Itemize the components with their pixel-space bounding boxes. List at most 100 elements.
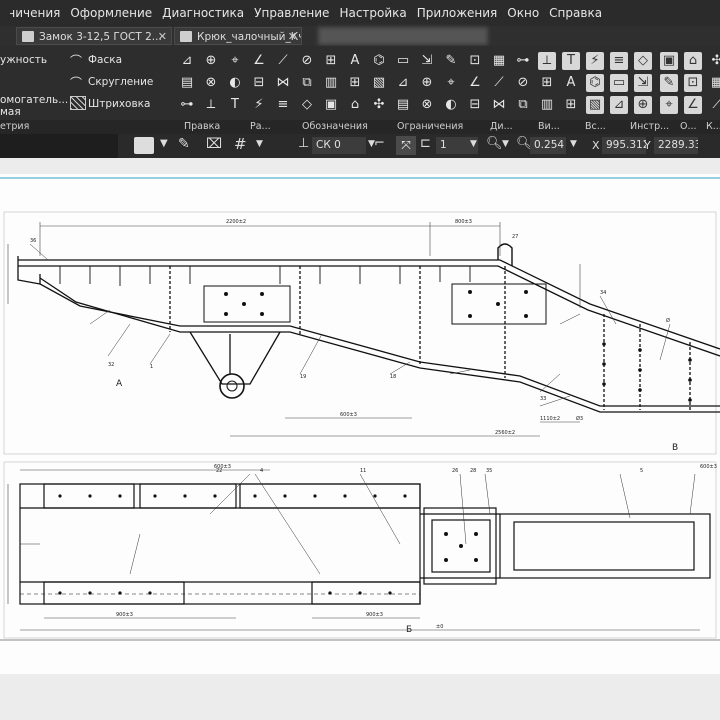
ribbon-tool-icon[interactable]: ⌬	[370, 52, 388, 70]
grid-dropdown-icon[interactable]: ▼	[256, 139, 263, 149]
ribbon-tool-icon[interactable]: ⊗	[202, 74, 220, 92]
ortho-icon[interactable]: ⤧	[396, 136, 416, 155]
ribbon-tool-icon[interactable]: ⚡	[250, 96, 268, 114]
ribbon-tool-icon[interactable]: ✎	[442, 52, 460, 70]
auxiliary-button[interactable]: омогатель...	[0, 94, 68, 106]
ribbon-tool-icon[interactable]: ◇	[298, 96, 316, 114]
ribbon-tool-icon[interactable]: ✣	[370, 96, 388, 114]
ribbon-tool-icon[interactable]: ⊕	[418, 74, 436, 92]
group-label-insert[interactable]: Вс...	[585, 120, 606, 134]
ribbon-tool-icon[interactable]: ⊶	[178, 96, 196, 114]
group-label-constraints[interactable]: Ограничения	[397, 120, 463, 134]
ribbon-tool-icon[interactable]: ▥	[322, 74, 340, 92]
ribbon-tool-icon[interactable]: ⊡	[466, 52, 484, 70]
ribbon-tool-icon[interactable]: ∠	[466, 74, 484, 92]
ribbon-tool-icon[interactable]: ⊶	[514, 52, 532, 70]
ribbon-tool-icon[interactable]: ✎	[660, 74, 678, 92]
ribbon-tool-icon[interactable]: ⇲	[418, 52, 436, 70]
y-coordinate-field[interactable]: 2289.33	[654, 137, 698, 154]
snap-icon[interactable]	[134, 137, 154, 154]
group-label-edit[interactable]: Правка	[184, 120, 220, 134]
auxiliary-button-2[interactable]: мая	[0, 106, 21, 118]
ribbon-tool-icon[interactable]: ⊡	[684, 74, 702, 92]
ribbon-tool-icon[interactable]: ▥	[538, 96, 556, 114]
ribbon-tool-icon[interactable]: A	[562, 74, 580, 92]
group-label-di[interactable]: Ди...	[490, 120, 513, 134]
pen-icon[interactable]: ✎	[178, 136, 190, 152]
ribbon-tool-icon[interactable]: ⊞	[562, 96, 580, 114]
ribbon-tool-icon[interactable]: ⧉	[514, 96, 532, 114]
ribbon-tool-icon[interactable]: ⊿	[394, 74, 412, 92]
group-label-designations[interactable]: Обозначения	[302, 120, 368, 134]
ribbon-tool-icon[interactable]: ≡	[274, 96, 292, 114]
ribbon-tool-icon[interactable]: ▤	[394, 96, 412, 114]
close-icon[interactable]: ✕	[158, 28, 167, 44]
ribbon-tool-icon[interactable]: T	[226, 96, 244, 114]
ribbon-tool-icon[interactable]: ▤	[178, 74, 196, 92]
fillet-button[interactable]: Скругление	[88, 76, 153, 88]
grid-icon[interactable]: #	[234, 135, 247, 153]
ribbon-tool-icon[interactable]: ◐	[442, 96, 460, 114]
ribbon-tool-icon[interactable]: ⋈	[490, 96, 508, 114]
ribbon-tool-icon[interactable]: ⌂	[684, 52, 702, 70]
ribbon-tool-icon[interactable]: ⌬	[586, 74, 604, 92]
ribbon-tool-icon[interactable]: ⊞	[538, 74, 556, 92]
ribbon-tool-icon[interactable]: ◐	[226, 74, 244, 92]
zoom-window-icon[interactable]: 🔍︎	[486, 136, 503, 151]
tab-document-lock[interactable]: Замок 3-12,5 ГОСТ 2... ✕	[16, 27, 172, 45]
ribbon-tool-icon[interactable]: ▧	[370, 74, 388, 92]
ribbon-tool-icon[interactable]: ⌖	[226, 52, 244, 70]
local-cs-icon[interactable]: ⌐	[374, 136, 385, 151]
ribbon-tool-icon[interactable]: ⊕	[202, 52, 220, 70]
ribbon-tool-icon[interactable]: ⟋	[490, 74, 508, 92]
eraser-icon[interactable]: ⌧	[206, 136, 222, 152]
ribbon-tool-icon[interactable]: A	[346, 52, 364, 70]
ribbon-tool-icon[interactable]: ∠	[684, 96, 702, 114]
ribbon-tool-icon[interactable]: ⇲	[634, 74, 652, 92]
ribbon-tool-icon[interactable]: ⟋	[708, 96, 720, 114]
cs-select[interactable]: СК 0	[312, 137, 366, 154]
ribbon-tool-icon[interactable]: ≡	[610, 52, 628, 70]
menu-item-control[interactable]: Управление	[254, 6, 329, 20]
ribbon-tool-icon[interactable]: ⚡	[586, 52, 604, 70]
ribbon-tool-icon[interactable]: ▭	[610, 74, 628, 92]
ribbon-tool-icon[interactable]: ⊿	[610, 96, 628, 114]
ribbon-tool-icon[interactable]: ⟂	[538, 52, 556, 70]
layer-dropdown-icon[interactable]: ▼	[470, 139, 477, 149]
ribbon-tool-icon[interactable]: ▧	[586, 96, 604, 114]
ribbon-tool-icon[interactable]: ▣	[660, 52, 678, 70]
ribbon-tool-icon[interactable]: T	[562, 52, 580, 70]
group-label-view[interactable]: Ви...	[538, 120, 560, 134]
ribbon-tool-icon[interactable]: ▦	[490, 52, 508, 70]
group-label-k[interactable]: К...	[706, 120, 720, 134]
ribbon-tool-icon[interactable]: ⌖	[442, 74, 460, 92]
ribbon-tool-icon[interactable]: ⊘	[298, 52, 316, 70]
group-label-o[interactable]: О...	[680, 120, 697, 134]
ribbon-tool-icon[interactable]: ▣	[322, 96, 340, 114]
ribbon-tool-icon[interactable]: ∠	[250, 52, 268, 70]
ribbon-tool-icon[interactable]: ⊟	[466, 96, 484, 114]
ribbon-tool-icon[interactable]: ⊞	[322, 52, 340, 70]
zoom-dropdown-icon[interactable]: ▼	[502, 139, 509, 149]
ribbon-tool-icon[interactable]: ⊿	[178, 52, 196, 70]
menu-item-diagnostics[interactable]: Диагностика	[162, 6, 244, 20]
menu-item-apps[interactable]: Приложения	[417, 6, 498, 20]
ribbon-tool-icon[interactable]: ⊗	[418, 96, 436, 114]
ribbon-tool-icon[interactable]: ⊞	[346, 74, 364, 92]
chamfer-button[interactable]: Фаска	[88, 54, 122, 66]
close-icon[interactable]: ✕	[288, 28, 297, 44]
zoom-input[interactable]: 0.254	[530, 137, 566, 154]
ribbon-tool-icon[interactable]: ⊕	[634, 96, 652, 114]
ribbon-tool-icon[interactable]: ✣	[708, 52, 720, 70]
menu-item-format[interactable]: Оформление	[70, 6, 152, 20]
hatch-button[interactable]: Штриховка	[88, 98, 150, 110]
menu-item-help[interactable]: Справка	[549, 6, 602, 20]
ribbon-tool-icon[interactable]: ◇	[634, 52, 652, 70]
circle-button[interactable]: ужность	[0, 54, 47, 66]
group-label-size[interactable]: Ра...	[250, 120, 271, 134]
menu-item-window[interactable]: Окно	[507, 6, 539, 20]
ribbon-tool-icon[interactable]: ⋈	[274, 74, 292, 92]
ribbon-tool-icon[interactable]: ▭	[394, 52, 412, 70]
group-label-geometry[interactable]: етрия	[0, 120, 29, 134]
drawing-sheet[interactable]: 2200±2 800±3 600±3 2560±2 1110±2 А Б В 9…	[0, 174, 720, 674]
